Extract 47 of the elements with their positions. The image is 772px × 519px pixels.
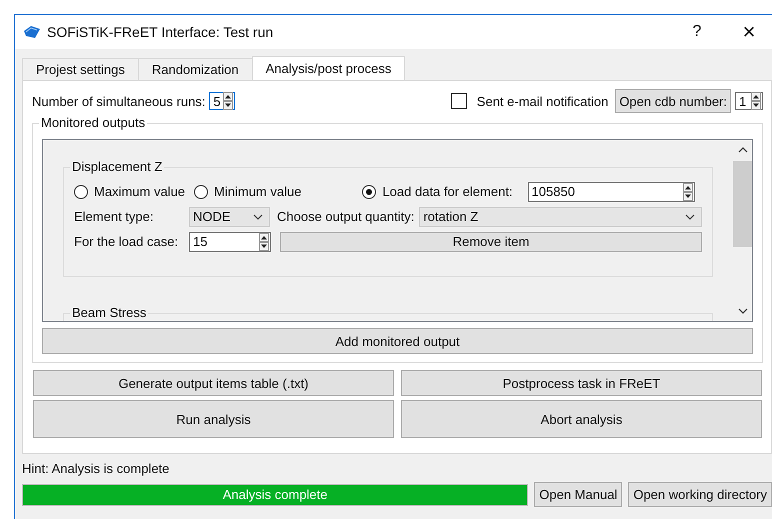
- field-label: For the load case:: [74, 234, 180, 249]
- spin-arrows-icon[interactable]: [751, 92, 761, 110]
- checkbox-label: Sent e-mail notification: [476, 94, 608, 108]
- help-button[interactable]: ?: [674, 15, 720, 49]
- field-label: Element type:: [74, 209, 154, 224]
- hint-text: Hint: Analysis is complete: [22, 460, 170, 478]
- remove-item-button[interactable]: Remove item: [280, 232, 702, 252]
- close-button[interactable]: ×: [726, 15, 772, 49]
- number-field[interactable]: 15: [189, 232, 271, 252]
- number-field[interactable]: 5: [209, 92, 235, 110]
- radio-label: Minimum value: [214, 184, 302, 199]
- tab[interactable]: Analysis/post process: [252, 56, 406, 80]
- progress-label: Analysis complete: [222, 486, 329, 502]
- spin-arrows-icon[interactable]: [222, 92, 233, 110]
- action-button[interactable]: Generate output items table (.txt): [33, 370, 394, 396]
- radio-label: Load data for element:: [382, 184, 513, 199]
- group-title: Beam Stress: [70, 305, 148, 320]
- group-title: Monitored outputs: [39, 115, 148, 130]
- radio-button[interactable]: [362, 184, 376, 198]
- dropdown[interactable]: NODE: [189, 206, 270, 226]
- spin-arrows-icon[interactable]: [259, 232, 269, 250]
- number-field[interactable]: 105850: [528, 182, 695, 202]
- chevron-down-icon[interactable]: [738, 308, 748, 314]
- radio-button[interactable]: [194, 184, 208, 198]
- chevron-down-icon: [685, 214, 695, 220]
- group-title: Displacement Z: [70, 159, 164, 174]
- open-cdb-button[interactable]: Open cdb number:: [615, 89, 731, 113]
- radio-button[interactable]: [74, 184, 88, 198]
- dropdown[interactable]: rotation Z: [419, 206, 702, 226]
- radio-label: Maximum value: [94, 184, 186, 199]
- runs-label: Number of simultaneous runs:: [32, 94, 206, 108]
- tab[interactable]: Projest settings: [22, 58, 139, 80]
- add-output-button[interactable]: Add monitored output: [42, 328, 753, 354]
- checkbox[interactable]: [450, 93, 467, 109]
- field-label: Choose output quantity:: [277, 209, 414, 224]
- spin-arrows-icon[interactable]: [682, 182, 693, 200]
- app-logo-icon: [23, 25, 41, 39]
- chevron-down-icon: [253, 214, 263, 220]
- action-button[interactable]: Run analysis: [33, 400, 394, 438]
- scrollbar-thumb[interactable]: [733, 161, 752, 247]
- window-title: SOFiSTiK-FReET Interface: Test run: [47, 24, 274, 40]
- footer-button[interactable]: Open working directory: [628, 482, 772, 507]
- action-button[interactable]: Postprocess task in FReET: [401, 370, 762, 396]
- number-field[interactable]: 1: [735, 92, 763, 110]
- action-button[interactable]: Abort analysis: [401, 400, 762, 438]
- footer-button[interactable]: Open Manual: [534, 482, 622, 507]
- chevron-up-icon[interactable]: [738, 147, 748, 153]
